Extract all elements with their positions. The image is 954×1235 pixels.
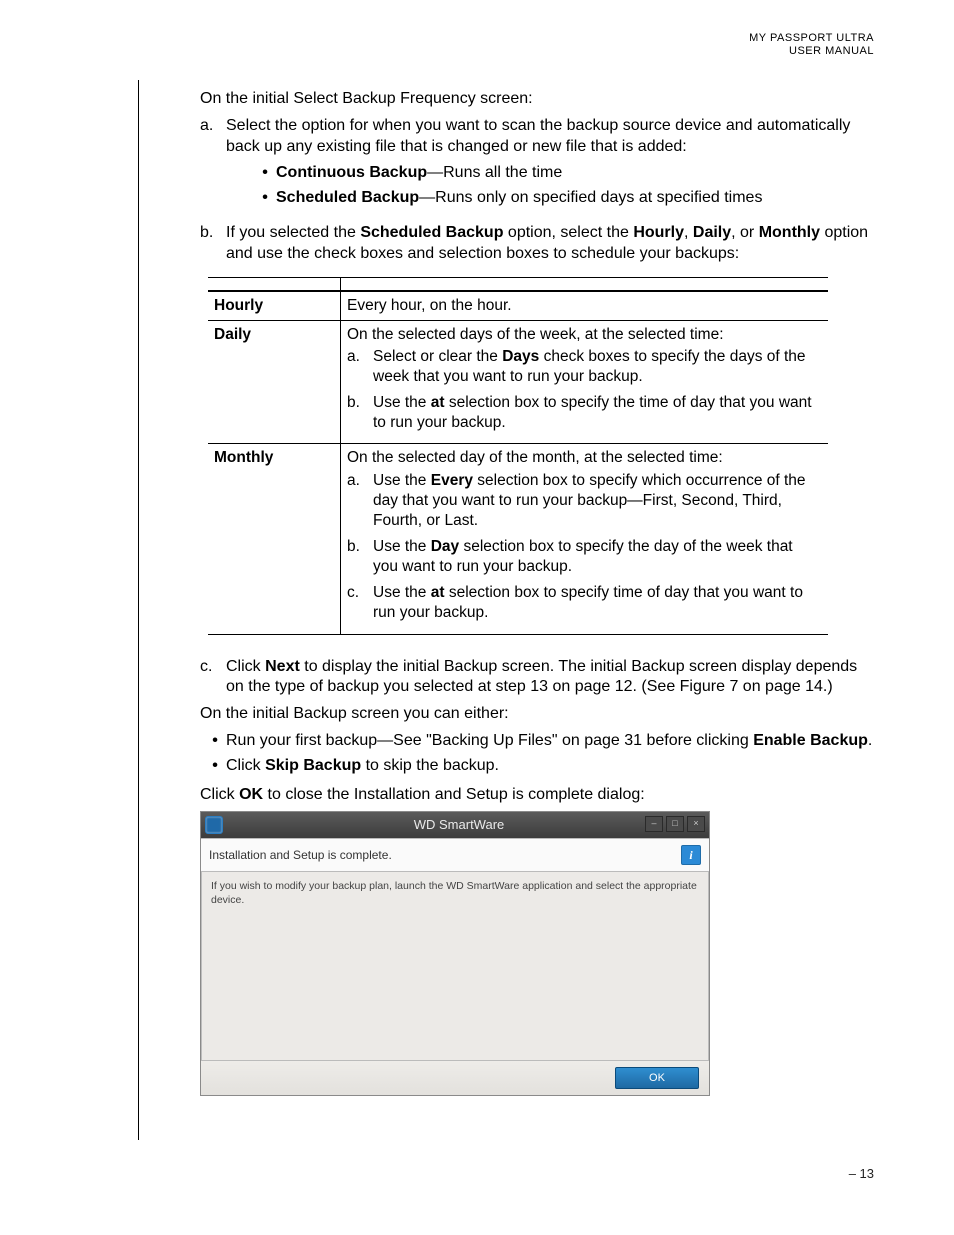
para-backup-options: On the initial Backup screen you can eit… bbox=[200, 704, 874, 725]
header-doc-type: USER MANUAL bbox=[749, 45, 874, 58]
list-marker: a. bbox=[200, 116, 226, 217]
step-a: a. Select the option for when you want t… bbox=[200, 116, 874, 217]
info-icon[interactable]: i bbox=[681, 845, 701, 865]
list-marker: c. bbox=[200, 657, 226, 699]
frequency-table: Hourly Every hour, on the hour. Daily On… bbox=[208, 277, 828, 643]
table-cell: Every hour, on the hour. bbox=[341, 291, 829, 321]
step-b: b. If you selected the Scheduled Backup … bbox=[200, 223, 874, 265]
page-content: On the initial Select Backup Frequency s… bbox=[200, 30, 874, 1096]
list-item: • Run your first backup—See "Backing Up … bbox=[204, 731, 874, 752]
list-item: • Scheduled Backup—Runs only on specifie… bbox=[254, 188, 874, 209]
list-item: • Continuous Backup—Runs all the time bbox=[254, 163, 874, 184]
intro-text: On the initial Select Backup Frequency s… bbox=[200, 89, 874, 110]
table-cell: On the selected day of the month, at the… bbox=[347, 448, 820, 468]
bullet-icon: • bbox=[204, 731, 226, 752]
page-number: – 13 bbox=[849, 1166, 874, 1183]
bullet-icon: • bbox=[204, 756, 226, 777]
para-close-dialog: Click OK to close the Installation and S… bbox=[200, 785, 874, 806]
header-product: MY PASSPORT ULTRA bbox=[749, 32, 874, 45]
app-icon bbox=[205, 816, 223, 834]
step-c: c. Click Next to display the initial Bac… bbox=[200, 657, 874, 699]
close-icon[interactable]: × bbox=[687, 816, 705, 832]
minimize-icon[interactable]: – bbox=[645, 816, 663, 832]
table-row-label: Daily bbox=[208, 320, 341, 444]
dialog-body: If you wish to modify your backup plan, … bbox=[201, 872, 709, 1060]
table-row-label: Monthly bbox=[208, 444, 341, 634]
document-header: MY PASSPORT ULTRA USER MANUAL bbox=[749, 32, 874, 58]
list-item: • Click Skip Backup to skip the backup. bbox=[204, 756, 874, 777]
dialog-message: Installation and Setup is complete. bbox=[209, 848, 392, 864]
table-cell: On the selected days of the week, at the… bbox=[347, 325, 820, 345]
margin-rule bbox=[138, 80, 139, 1140]
dialog-title: WD SmartWare bbox=[229, 817, 689, 834]
ok-button[interactable]: OK bbox=[615, 1067, 699, 1089]
maximize-icon[interactable]: □ bbox=[666, 816, 684, 832]
installation-complete-dialog: WD SmartWare – □ × Installation and Setu… bbox=[200, 811, 710, 1096]
list-marker: b. bbox=[200, 223, 226, 265]
bullet-icon: • bbox=[254, 163, 276, 184]
dialog-titlebar: WD SmartWare – □ × bbox=[201, 812, 709, 838]
table-row-label: Hourly bbox=[208, 291, 341, 321]
bullet-icon: • bbox=[254, 188, 276, 209]
step-a-text: Select the option for when you want to s… bbox=[226, 117, 850, 155]
